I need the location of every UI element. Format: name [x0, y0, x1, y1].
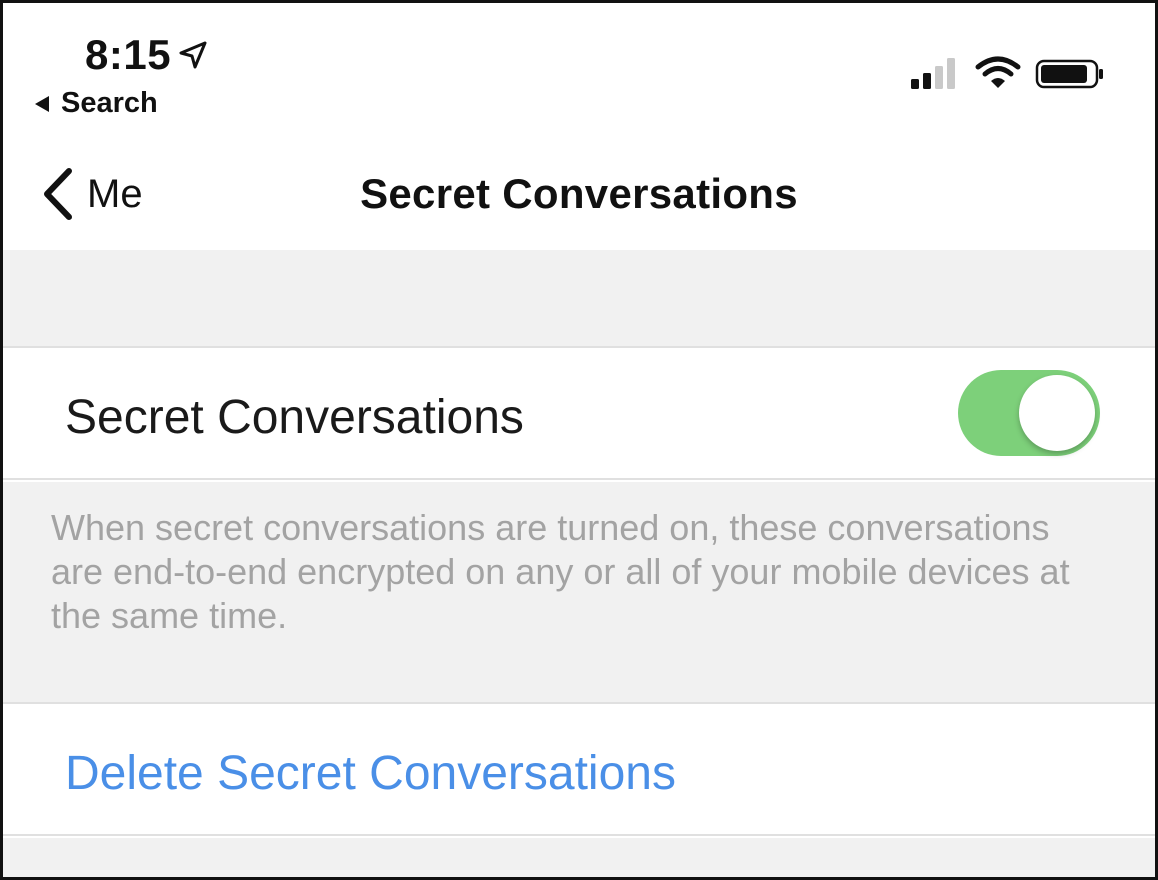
secret-conversations-row: Secret Conversations	[3, 350, 1155, 480]
secret-conversations-description: When secret conversations are turned on,…	[51, 507, 1070, 636]
back-triangle-icon	[33, 94, 51, 114]
section-footer: When secret conversations are turned on,…	[3, 482, 1155, 704]
cellular-signal-icon	[909, 55, 961, 91]
back-to-app-label: Search	[61, 87, 158, 119]
secret-conversations-toggle[interactable]	[958, 370, 1100, 456]
delete-secret-conversations-label: Delete Secret Conversations	[65, 747, 676, 800]
back-button-label: Me	[87, 171, 143, 216]
page-title: Secret Conversations	[360, 170, 798, 217]
phone-screen: 8:15 Search Secret Conversations Me Secr…	[0, 0, 1158, 880]
toggle-knob	[1019, 375, 1095, 451]
secret-conversations-label: Secret Conversations	[65, 391, 524, 444]
navigation-bar: Secret Conversations Me	[3, 128, 1155, 250]
clock: 8:15	[85, 31, 172, 78]
section-spacer	[3, 250, 1155, 348]
delete-secret-conversations-button[interactable]: Delete Secret Conversations	[3, 706, 1155, 836]
status-bar: 8:15 Search	[3, 3, 1155, 128]
bottom-spacer	[3, 838, 1155, 877]
battery-icon	[1035, 55, 1105, 91]
back-to-app-button[interactable]: Search	[33, 87, 158, 120]
wifi-icon	[975, 55, 1021, 91]
back-button[interactable]: Me	[39, 166, 143, 222]
status-icons	[909, 55, 1105, 91]
chevron-left-icon	[39, 166, 75, 222]
time-row: 8:15	[85, 31, 209, 79]
location-arrow-icon	[177, 39, 209, 71]
